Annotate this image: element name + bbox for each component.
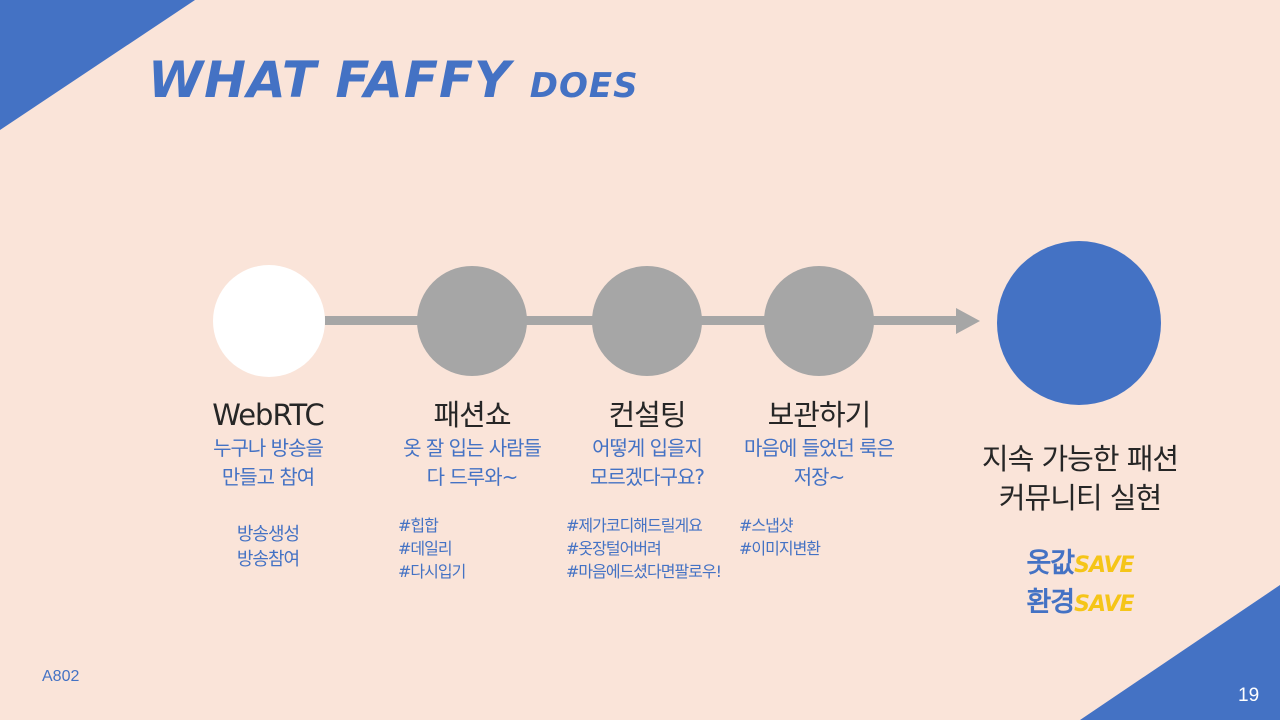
step-subtitle: 마음에 들었던 룩은 <box>744 436 895 460</box>
save-line-clothes: 옷값SAVE <box>960 545 1200 584</box>
step-fashion-show: 패션쇼 옷 잘 입는 사람들 다 드루와~ <box>392 398 552 492</box>
tag: #다시입기 <box>398 562 466 581</box>
tag: #옷장털어버려 <box>566 539 662 558</box>
step-circle-webrtc <box>213 265 325 377</box>
step-tags-storage: #스냅샷 #이미지변환 <box>739 514 821 560</box>
save-label: 환경 <box>1026 587 1075 618</box>
footer-divider <box>1180 679 1280 680</box>
tag: #힙합 <box>398 516 439 535</box>
step-circle-storage <box>764 266 874 376</box>
step-subtitle: 만들고 참여 <box>221 465 315 489</box>
title-main: WHAT FAFFY <box>148 51 530 109</box>
step-subtitle: 어떻게 입을지 <box>592 436 703 460</box>
step-tags-consulting: #제가코디해드릴게요 #옷장털어버려 #마음에드셨다면팔로우! <box>566 514 722 583</box>
tag: #데일리 <box>398 539 453 558</box>
tag: #제가코디해드릴게요 <box>566 516 703 535</box>
save-line-environment: 환경SAVE <box>960 584 1200 623</box>
step-storage: 보관하기 마음에 들었던 룩은 저장~ <box>734 398 904 492</box>
slide-title: WHAT FAFFY DOES <box>148 52 639 114</box>
page-number: 19 <box>1238 685 1260 706</box>
goal-circle <box>997 241 1161 405</box>
step-title: 컨설팅 <box>608 398 686 432</box>
step-subtitle: 모르겠다구요? <box>589 465 705 489</box>
tag: 방송참여 <box>236 549 300 570</box>
save-word: SAVE <box>1074 553 1134 578</box>
goal-line: 커뮤니티 실현 <box>998 481 1162 515</box>
save-block: 옷값SAVE 환경SAVE <box>960 545 1200 623</box>
step-subtitle: 저장~ <box>793 465 846 489</box>
step-title: 패션쇼 <box>433 398 511 432</box>
step-subtitle: 누구나 방송을 <box>213 436 324 460</box>
step-consulting: 컨설팅 어떻게 입을지 모르겠다구요? <box>567 398 727 492</box>
title-small: DOES <box>529 66 639 106</box>
tag: #이미지변환 <box>739 539 821 558</box>
step-tags-fashion-show: #힙합 #데일리 #다시입기 <box>398 514 466 583</box>
goal-line: 지속 가능한 패션 <box>981 442 1179 476</box>
tag: #스냅샷 <box>739 516 794 535</box>
step-title: WebRTC <box>212 398 325 432</box>
step-circle-fashion-show <box>417 266 527 376</box>
step-circle-consulting <box>592 266 702 376</box>
step-title: 보관하기 <box>767 398 872 432</box>
save-word: SAVE <box>1074 592 1134 617</box>
step-subtitle: 옷 잘 입는 사람들 <box>403 436 542 460</box>
team-code: A802 <box>42 668 80 685</box>
step-subtitle: 다 드루와~ <box>426 465 519 489</box>
save-label: 옷값 <box>1026 548 1075 579</box>
tag: #마음에드셨다면팔로우! <box>566 562 722 581</box>
goal-text: 지속 가능한 패션 커뮤니티 실현 <box>960 440 1200 518</box>
tag: 방송생성 <box>236 524 300 545</box>
step-webrtc: WebRTC 누구나 방송을 만들고 참여 <box>188 398 348 492</box>
step-tags-webrtc: 방송생성 방송참여 <box>218 522 318 572</box>
arrowhead-icon <box>956 308 980 334</box>
